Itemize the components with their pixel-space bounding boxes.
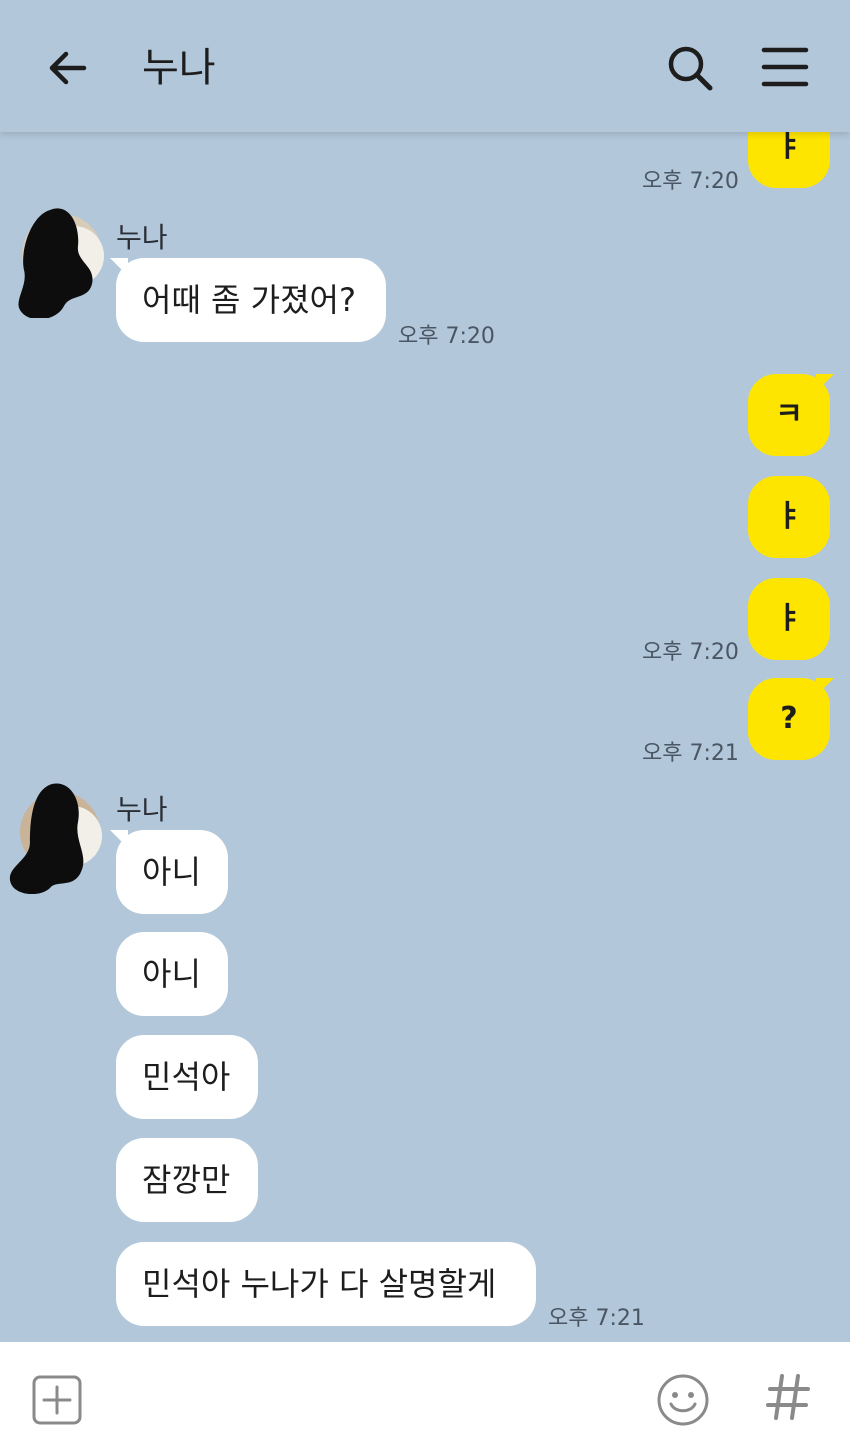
message-text: 민석아 (142, 1058, 231, 1096)
outgoing-message[interactable]: ㅑ (748, 578, 830, 660)
message-time: 오후 7:20 (642, 640, 739, 665)
outgoing-message[interactable]: ㅑ (748, 132, 830, 188)
chat-title: 누나 (142, 45, 216, 91)
sender-name: 누나 (116, 793, 168, 826)
message-text: ㅑ (775, 499, 803, 534)
message-time: 오후 7:20 (642, 169, 739, 194)
chat-header: 누나 (0, 0, 850, 132)
message-time: 오후 7:20 (398, 324, 495, 349)
incoming-message[interactable]: 민석아 (116, 1035, 258, 1119)
outgoing-message[interactable]: ㅑ (748, 476, 830, 558)
message-text: ㅑ (775, 132, 803, 164)
message-time: 오후 7:21 (548, 1306, 645, 1331)
incoming-message[interactable]: 잠깡만 (116, 1138, 258, 1222)
search-icon[interactable] (664, 42, 716, 94)
message-time: 오후 7:21 (642, 741, 739, 766)
outgoing-message[interactable]: ㅋ (748, 374, 830, 456)
message-text: ? (780, 701, 798, 736)
plus-icon[interactable] (32, 1375, 82, 1425)
hash-icon[interactable] (764, 1372, 812, 1422)
incoming-message[interactable]: 어때 좀 가졌어? (116, 258, 386, 342)
message-text: 아니 (142, 853, 201, 891)
message-input-bar[interactable] (0, 1342, 850, 1455)
incoming-message[interactable]: 아니 (116, 932, 228, 1016)
message-text: 어때 좀 가졌어? (142, 281, 356, 319)
message-text: ㅑ (775, 601, 803, 636)
message-text: ㅋ (775, 397, 803, 432)
hamburger-menu-icon[interactable] (760, 44, 810, 90)
message-list[interactable]: ㅑ 오후 7:20 누나 어때 좀 가졌어? 오후 7:20 ㅋ ㅑ ㅑ 오후 … (0, 132, 850, 1342)
back-arrow-icon[interactable] (44, 44, 92, 92)
sender-name: 누나 (116, 221, 168, 254)
message-text: 민석아 누나가 다 살명할게 (142, 1265, 497, 1303)
message-text: 잠깡만 (142, 1161, 231, 1199)
emoji-icon[interactable] (656, 1373, 710, 1427)
outgoing-message[interactable]: ? (748, 678, 830, 760)
message-text: 아니 (142, 955, 201, 993)
avatar[interactable] (8, 782, 102, 894)
avatar[interactable] (12, 206, 106, 318)
incoming-message[interactable]: 민석아 누나가 다 살명할게 (116, 1242, 536, 1326)
incoming-message[interactable]: 아니 (116, 830, 228, 914)
